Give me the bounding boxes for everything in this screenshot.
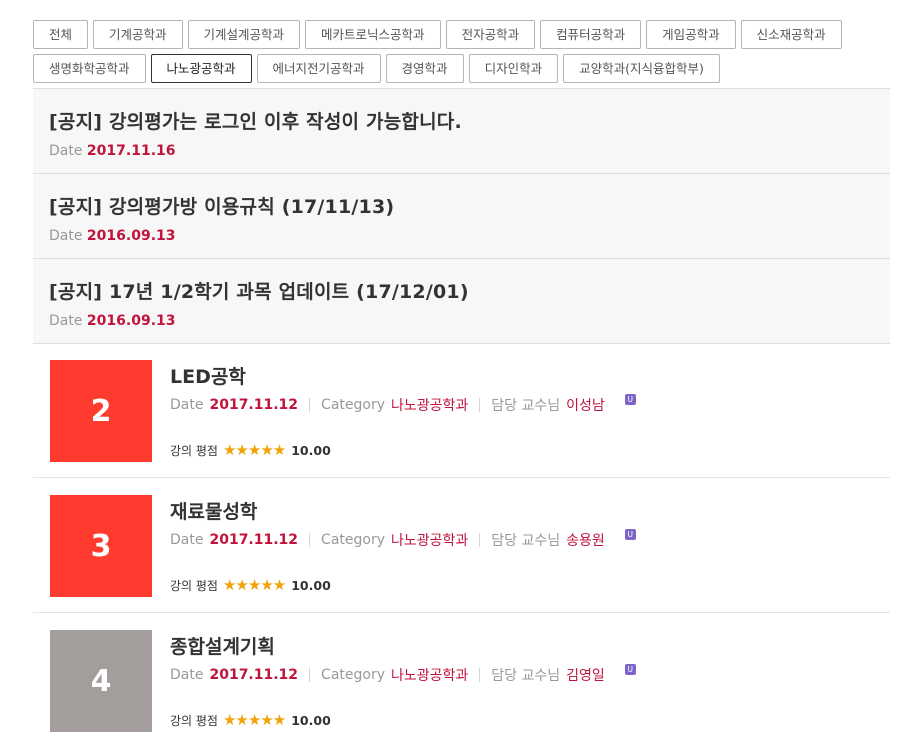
rating-value: 10.00: [291, 712, 331, 728]
notice-date: 2017.11.16: [86, 143, 176, 159]
star-rating-icon: ★★★★★: [222, 711, 286, 729]
notice-title[interactable]: [공지] 강의평가는 로그인 이후 작성이 가능합니다.: [49, 107, 890, 134]
course-item[interactable]: 2 LED공학 Date 2017.11.12 Category 나노광공학과 …: [33, 343, 890, 478]
category-button-computer[interactable]: 컴퓨터공학과: [540, 20, 642, 49]
professor-label: 담당 교수님: [491, 668, 561, 684]
course-category[interactable]: 나노광공학과: [391, 665, 468, 685]
course-date: 2017.11.12: [209, 667, 299, 683]
date-label: Date: [170, 667, 204, 683]
notice-title[interactable]: [공지] 강의평가방 이용규칙 (17/11/13): [49, 192, 890, 219]
notice-title[interactable]: [공지] 17년 1/2학기 과목 업데이트 (17/12/01): [49, 277, 890, 304]
course-meta: Date 2017.11.12 Category 나노광공학과 담당 교수님 김…: [170, 663, 890, 685]
category-button-mechanical[interactable]: 기계공학과: [93, 20, 183, 49]
course-title[interactable]: LED공학: [170, 362, 890, 389]
category-label: Category: [321, 397, 385, 413]
category-button-liberal-arts[interactable]: 교양학과(지식융합학부): [563, 54, 720, 83]
meta-divider: [309, 398, 311, 412]
meta-divider: [309, 668, 311, 682]
course-info: LED공학 Date 2017.11.12 Category 나노광공학과 담당…: [170, 362, 890, 415]
notice-date: 2016.09.13: [86, 313, 176, 329]
notice-date: 2016.09.13: [86, 228, 176, 244]
course-meta: Date 2017.11.12 Category 나노광공학과 담당 교수님 송…: [170, 528, 890, 550]
notice-item[interactable]: [공지] 강의평가방 이용규칙 (17/11/13) Date 2016.09.…: [33, 174, 890, 259]
course-professor: 이성남: [566, 398, 605, 414]
course-item[interactable]: 4 종합설계기획 Date 2017.11.12 Category 나노광공학과…: [33, 613, 890, 742]
page: 전체 기계공학과 기계설계공학과 메카트로닉스공학과 전자공학과 컴퓨터공학과 …: [0, 0, 899, 742]
rank-badge: 4: [50, 630, 152, 732]
user-badge-icon: U: [624, 663, 636, 675]
professor-label: 담당 교수님: [491, 398, 561, 414]
course-meta: Date 2017.11.12 Category 나노광공학과 담당 교수님 이…: [170, 393, 890, 415]
category-button-all[interactable]: 전체: [33, 20, 89, 49]
course-date: 2017.11.12: [209, 532, 299, 548]
rating-label: 강의 평점: [170, 713, 218, 728]
course-rating: 강의 평점 ★★★★★ 10.00: [170, 711, 331, 729]
notice-item[interactable]: [공지] 17년 1/2학기 과목 업데이트 (17/12/01) Date 2…: [33, 259, 890, 344]
date-label: Date: [170, 397, 204, 413]
course-rating: 강의 평점 ★★★★★ 10.00: [170, 576, 331, 594]
category-button-business[interactable]: 경영학과: [385, 54, 464, 83]
professor-label: 담당 교수님: [491, 533, 561, 549]
rating-value: 10.00: [291, 577, 331, 593]
star-rating-icon: ★★★★★: [222, 441, 286, 459]
course-professor: 송용원: [566, 533, 605, 549]
category-button-game[interactable]: 게임공학과: [646, 20, 736, 49]
meta-divider: [309, 533, 311, 547]
category-button-mechanical-design[interactable]: 기계설계공학과: [187, 20, 301, 49]
category-button-materials[interactable]: 신소재공학과: [740, 20, 842, 49]
category-filter-bar: 전체 기계공학과 기계설계공학과 메카트로닉스공학과 전자공학과 컴퓨터공학과 …: [33, 20, 883, 83]
course-info: 종합설계기획 Date 2017.11.12 Category 나노광공학과 담…: [170, 632, 890, 685]
notice-list: [공지] 강의평가는 로그인 이후 작성이 가능합니다. Date 2017.1…: [33, 88, 890, 344]
category-button-nano-optical[interactable]: 나노광공학과: [150, 54, 252, 83]
date-label: Date: [49, 143, 83, 159]
category-button-energy-electrical[interactable]: 에너지전기공학과: [256, 54, 381, 83]
date-label: Date: [49, 228, 83, 244]
star-rating-icon: ★★★★★: [222, 576, 286, 594]
course-date: 2017.11.12: [209, 397, 299, 413]
course-info: 재료물성학 Date 2017.11.12 Category 나노광공학과 담당…: [170, 497, 890, 550]
category-button-bio-chemical[interactable]: 생명화학공학과: [33, 54, 146, 83]
category-label: Category: [321, 667, 385, 683]
category-button-electronics[interactable]: 전자공학과: [445, 20, 536, 49]
rating-value: 10.00: [291, 442, 331, 458]
course-title[interactable]: 종합설계기획: [170, 632, 890, 659]
rank-badge: 2: [50, 360, 152, 462]
course-category[interactable]: 나노광공학과: [391, 395, 468, 415]
category-button-design[interactable]: 디자인학과: [468, 54, 559, 83]
notice-item[interactable]: [공지] 강의평가는 로그인 이후 작성이 가능합니다. Date 2017.1…: [33, 89, 890, 174]
course-rating: 강의 평점 ★★★★★ 10.00: [170, 441, 331, 459]
rank-badge: 3: [50, 495, 152, 597]
category-button-mechatronics[interactable]: 메카트로닉스공학과: [305, 20, 441, 49]
notice-meta: Date 2017.11.16: [49, 143, 890, 159]
course-category[interactable]: 나노광공학과: [391, 530, 468, 550]
meta-divider: [479, 533, 481, 547]
user-badge-icon: U: [624, 393, 636, 405]
notice-meta: Date 2016.09.13: [49, 228, 890, 244]
date-label: Date: [170, 532, 204, 548]
user-badge-icon: U: [624, 528, 636, 540]
category-label: Category: [321, 532, 385, 548]
meta-divider: [479, 668, 481, 682]
rating-label: 강의 평점: [170, 443, 218, 458]
course-item[interactable]: 3 재료물성학 Date 2017.11.12 Category 나노광공학과 …: [33, 478, 890, 613]
course-professor: 김영일: [566, 668, 605, 684]
date-label: Date: [49, 313, 83, 329]
rating-label: 강의 평점: [170, 578, 218, 593]
course-title[interactable]: 재료물성학: [170, 497, 890, 524]
course-list: 2 LED공학 Date 2017.11.12 Category 나노광공학과 …: [33, 343, 890, 742]
meta-divider: [479, 398, 481, 412]
notice-meta: Date 2016.09.13: [49, 313, 890, 329]
